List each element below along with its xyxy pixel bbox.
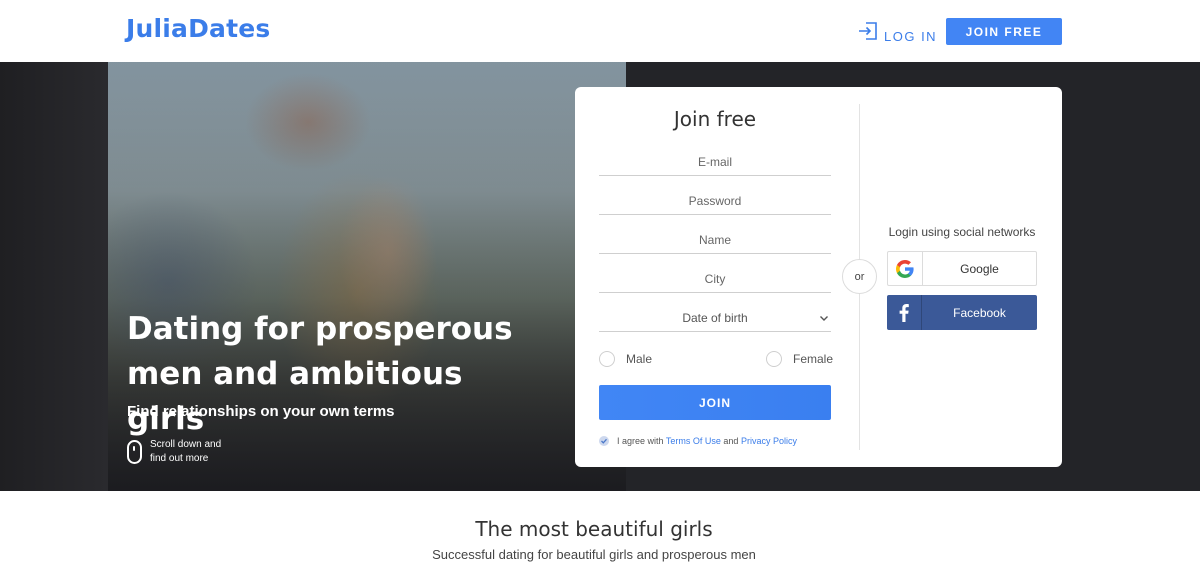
scroll-hint[interactable]: Scroll down and find out more: [127, 438, 221, 466]
login-link[interactable]: LOG IN: [858, 21, 937, 44]
gender-female-radio[interactable]: Female: [766, 351, 833, 367]
form-title: Join free: [673, 107, 757, 131]
agree-text: I agree with: [617, 436, 664, 446]
join-button[interactable]: JOIN: [599, 385, 831, 420]
email-field[interactable]: [599, 148, 831, 176]
section-subtitle: Successful dating for beautiful girls an…: [432, 547, 756, 562]
gender-selector: Male Female: [599, 350, 833, 368]
city-field[interactable]: [599, 265, 831, 293]
scroll-hint-line1: Scroll down and: [150, 439, 222, 450]
hero-subtitle: Find relationships on your own terms: [127, 403, 395, 420]
gender-male-radio[interactable]: Male: [599, 351, 652, 367]
gender-female-label: Female: [793, 352, 834, 366]
facebook-icon: [887, 295, 922, 330]
or-separator: or: [842, 259, 877, 294]
google-login-button[interactable]: Google: [887, 251, 1037, 286]
radio-circle: [599, 351, 615, 367]
password-field[interactable]: [599, 187, 831, 215]
login-arrow-icon: [858, 21, 878, 44]
signup-card: Join free Date of birth Male Female JOIN…: [575, 87, 1062, 467]
privacy-policy-link[interactable]: Privacy Policy: [741, 436, 797, 446]
name-field[interactable]: [599, 226, 831, 254]
date-of-birth-label: Date of birth: [682, 310, 748, 325]
section-title: The most beautiful girls: [475, 517, 713, 541]
terms-agreement: I agree with Terms Of Use and Privacy Po…: [599, 436, 797, 446]
terms-of-use-link[interactable]: Terms Of Use: [666, 436, 721, 446]
hero-title: Dating for prosperous men and ambitious …: [127, 311, 513, 437]
check-icon: [601, 438, 607, 444]
scroll-hint-text: Scroll down and find out more: [150, 438, 221, 466]
facebook-login-button[interactable]: Facebook: [887, 295, 1037, 330]
login-label: LOG IN: [884, 29, 938, 44]
logo[interactable]: JuliaDates: [126, 14, 271, 43]
google-icon: [888, 252, 923, 285]
join-free-button[interactable]: JOIN FREE: [946, 18, 1062, 45]
radio-circle: [766, 351, 782, 367]
google-login-label: Google: [960, 261, 999, 276]
hero-background-left: [0, 62, 108, 491]
mouse-icon: [127, 440, 142, 464]
agree-checkbox[interactable]: [599, 436, 609, 446]
gender-male-label: Male: [626, 352, 653, 366]
featured-section: The most beautiful girls Successful dati…: [0, 491, 1200, 585]
date-of-birth-select[interactable]: Date of birth: [599, 304, 831, 332]
chevron-down-icon: [819, 312, 829, 322]
facebook-login-label: Facebook: [953, 305, 1006, 320]
social-login-label: Login using social networks: [888, 225, 1036, 239]
and-text: and: [723, 436, 739, 446]
site-header: JuliaDates LOG IN JOIN FREE: [0, 0, 1200, 62]
scroll-hint-line2: find out more: [150, 453, 209, 464]
